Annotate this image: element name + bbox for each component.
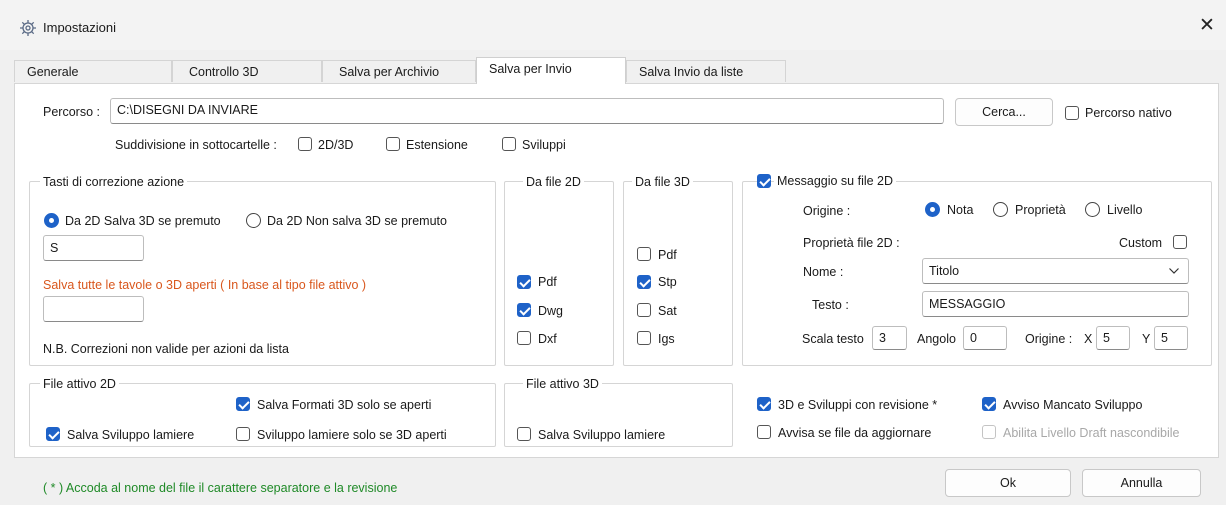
avviso-mancato-label: Avviso Mancato Sviluppo [1003,398,1143,412]
origine-nota-radio[interactable] [925,202,940,217]
tasti-correzione-group [29,181,496,366]
messaggio-checkbox[interactable] [757,174,771,188]
da-file-2d-title: Da file 2D [523,175,584,189]
da-3d-stp-label: Stp [658,275,677,289]
cerca-button[interactable]: Cerca... [955,98,1053,126]
salva-formati-3d-label: Salva Formati 3D solo se aperti [257,398,432,412]
tasto-salva-tutte-input[interactable] [43,296,144,322]
da-3d-pdf-checkbox[interactable] [637,247,651,261]
nome-label: Nome : [803,265,844,279]
title-bar [0,0,1226,50]
revisione-checkbox[interactable] [757,397,771,411]
tab-salva-per-invio[interactable]: Salva per Invio [476,57,626,84]
suddivisione-2d3d-checkbox[interactable] [298,137,312,151]
tasto-correzione-input[interactable]: S [43,235,144,261]
nb-note: N.B. Correzioni non valide per azioni da… [43,342,289,356]
origine-x-input[interactable]: 5 [1096,326,1130,350]
origine-proprieta-label: Proprietà [1015,203,1066,217]
tab-salva-invio-da-liste[interactable]: Salva Invio da liste [626,60,786,82]
salva-sviluppo-2d-checkbox[interactable] [46,427,60,441]
origine-xy-label: Origine : [1025,332,1073,346]
percorso-nativo-checkbox[interactable] [1065,106,1079,120]
origine-y-input[interactable]: 5 [1154,326,1188,350]
sviluppo-solo-3d-checkbox[interactable] [236,427,250,441]
percorso-input[interactable]: C:\DISEGNI DA INVIARE [110,98,944,124]
x-label: X [1084,332,1093,346]
abilita-livello-checkbox [982,425,996,439]
testo-label: Testo : [812,298,849,312]
salva-tutte-label: Salva tutte le tavole o 3D aperti ( In b… [43,278,367,292]
da-3d-igs-label: Igs [658,332,675,346]
origine-nota-label: Nota [947,203,974,217]
suddivisione-estensione-label: Estensione [406,138,468,152]
radio-salva-3d-label: Da 2D Salva 3D se premuto [65,214,221,228]
suddivisione-sviluppi-checkbox[interactable] [502,137,516,151]
window-title: Impostazioni [43,20,116,35]
gear-icon [20,20,36,36]
testo-input[interactable]: MESSAGGIO [922,291,1189,317]
da-3d-pdf-label: Pdf [658,248,677,262]
angolo-input[interactable]: 0 [963,326,1007,350]
tasti-correzione-title: Tasti di correzione azione [40,175,188,189]
y-label: Y [1142,332,1151,346]
tab-generale[interactable]: Generale [14,60,172,82]
da-3d-igs-checkbox[interactable] [637,331,651,345]
radio-salva-3d[interactable] [44,213,59,228]
da-2d-dxf-label: Dxf [538,332,557,346]
salva-formati-3d-checkbox[interactable] [236,397,250,411]
percorso-nativo-label: Percorso nativo [1085,106,1172,120]
salva-sviluppo-2d-label: Salva Sviluppo lamiere [67,428,195,442]
chevron-down-icon [1169,268,1179,274]
origine-livello-radio[interactable] [1085,202,1100,217]
close-icon[interactable]: ✕ [1196,14,1218,38]
radio-non-salva-3d-label: Da 2D Non salva 3D se premuto [267,214,447,228]
file-attivo-2d-title: File attivo 2D [40,377,119,391]
scala-testo-label: Scala testo [802,332,864,346]
proprieta-file-label: Proprietà file 2D : [803,236,900,250]
avvisa-aggiornare-checkbox[interactable] [757,425,771,439]
nome-select-value: Titolo [929,264,960,278]
custom-checkbox[interactable] [1173,235,1187,249]
file-attivo-3d-title: File attivo 3D [523,377,602,391]
origine-proprieta-radio[interactable] [993,202,1008,217]
salva-sviluppo-3d-checkbox[interactable] [517,427,531,441]
percorso-label: Percorso : [43,105,100,119]
scala-testo-input[interactable]: 3 [872,326,907,350]
salva-sviluppo-3d-label: Salva Sviluppo lamiere [538,428,666,442]
messaggio-title: Messaggio su file 2D [774,174,897,188]
avviso-mancato-checkbox[interactable] [982,397,996,411]
da-3d-sat-label: Sat [658,304,677,318]
annulla-button[interactable]: Annulla [1082,469,1201,497]
da-3d-sat-checkbox[interactable] [637,303,651,317]
da-2d-dwg-checkbox[interactable] [517,303,531,317]
revisione-label: 3D e Sviluppi con revisione * [778,398,938,412]
suddivisione-label: Suddivisione in sottocartelle : [115,138,277,152]
nome-select[interactable]: Titolo [922,258,1189,284]
da-file-3d-title: Da file 3D [632,175,693,189]
suddivisione-estensione-checkbox[interactable] [386,137,400,151]
abilita-livello-label: Abilita Livello Draft nascondibile [1003,426,1180,440]
tab-salva-per-archivio[interactable]: Salva per Archivio [322,60,476,82]
angolo-label: Angolo [917,332,956,346]
avvisa-aggiornare-label: Avvisa se file da aggiornare [778,426,932,440]
da-2d-pdf-checkbox[interactable] [517,275,531,289]
ok-button[interactable]: Ok [945,469,1071,497]
da-2d-dwg-label: Dwg [538,304,564,318]
radio-non-salva-3d[interactable] [246,213,261,228]
origine-livello-label: Livello [1107,203,1143,217]
da-2d-dxf-checkbox[interactable] [517,331,531,345]
tab-controllo-3d[interactable]: Controllo 3D [172,60,322,82]
footer-note: ( * ) Accoda al nome del file il caratte… [43,481,398,495]
da-2d-pdf-label: Pdf [538,275,557,289]
origine-label: Origine : [803,204,851,218]
da-3d-stp-checkbox[interactable] [637,275,651,289]
suddivisione-2d3d-label: 2D/3D [318,138,354,152]
sviluppo-solo-3d-label: Sviluppo lamiere solo se 3D aperti [257,428,447,442]
suddivisione-sviluppi-label: Sviluppi [522,138,566,152]
custom-label: Custom [1119,236,1163,250]
